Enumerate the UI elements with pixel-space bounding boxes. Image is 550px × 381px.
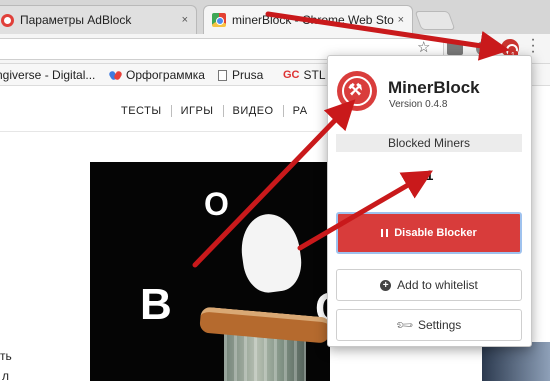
minerblock-logo-icon: ⚒ (337, 71, 377, 111)
pause-icon (381, 229, 389, 237)
hero-shape (236, 210, 306, 296)
bookmark-thingiverse[interactable]: ngiverse - Digital... (0, 68, 95, 82)
tab-strip: Параметры AdBlock × minerBlock - Chrome … (0, 0, 550, 34)
close-tab-icon[interactable]: × (398, 14, 404, 26)
settings-button[interactable]: 🔧︎ Settings (336, 309, 522, 341)
orfogrammka-icon (110, 70, 121, 81)
tab-adblock-settings[interactable]: Параметры AdBlock × (0, 5, 197, 34)
blocked-miners-count: 1 (425, 167, 434, 183)
gc-icon: GC (283, 69, 300, 81)
tab-minerblock-webstore[interactable]: minerBlock - Chrome Web Sto × (203, 5, 413, 34)
popup-version: Version 0.4.8 (389, 99, 448, 110)
adblock-favicon-icon (1, 13, 14, 27)
hero-image: О В С (90, 162, 330, 381)
disable-blocker-button[interactable]: Disable Blocker (336, 212, 522, 254)
nav-link-games[interactable]: ИГРЫ (170, 105, 223, 117)
nav-link-video[interactable]: ВИДЕО (222, 105, 283, 117)
page-icon (218, 69, 227, 81)
bookmark-prusa[interactable]: Prusa (218, 68, 263, 82)
bookmark-star-icon[interactable]: ☆ (417, 38, 430, 56)
side-text: ть (0, 349, 12, 363)
add-to-whitelist-button[interactable]: + Add to whitelist (336, 269, 522, 301)
chrome-web-store-favicon-icon (212, 13, 226, 27)
plus-circle-icon: + (380, 279, 392, 291)
hero-letter: О (204, 186, 229, 222)
tab-title: Параметры AdBlock (20, 13, 132, 27)
tab-title: minerBlock - Chrome Web Sto (232, 13, 394, 27)
hero-letter: В (140, 280, 172, 329)
bookmark-label: ngiverse - Digital... (0, 68, 96, 82)
bookmark-label: Prusa (232, 68, 264, 82)
extension-icon[interactable] (447, 41, 463, 55)
button-label: Add to whitelist (397, 278, 478, 292)
side-text: л (2, 369, 10, 381)
popup-title: MinerBlock (388, 78, 480, 97)
wrench-icon: 🔧︎ (393, 314, 415, 336)
bookmark-orfogrammka[interactable]: Орфограммка (110, 68, 205, 82)
blocked-miners-header: Blocked Miners (336, 134, 522, 152)
extension-icon[interactable] (476, 41, 491, 56)
button-label: Disable Blocker (394, 227, 477, 239)
bookmark-gc-stl[interactable]: GC STL I (283, 68, 332, 82)
minerblock-popup: ⚒ MinerBlock Version 0.4.8 Blocked Miner… (327, 55, 532, 347)
site-nav: ТЕСТЫ ИГРЫ ВИДЕО РА (0, 87, 330, 132)
close-tab-icon[interactable]: × (182, 14, 188, 26)
bookmark-label: Орфограммка (126, 68, 205, 82)
side-image (482, 342, 550, 381)
button-label: Settings (417, 318, 462, 332)
browser-menu-icon[interactable]: · · · (529, 32, 537, 60)
bread-image (199, 306, 330, 344)
nav-link-more[interactable]: РА (282, 105, 317, 117)
nav-link-tests[interactable]: ТЕСТЫ (121, 105, 171, 117)
new-tab-button[interactable] (414, 11, 456, 30)
